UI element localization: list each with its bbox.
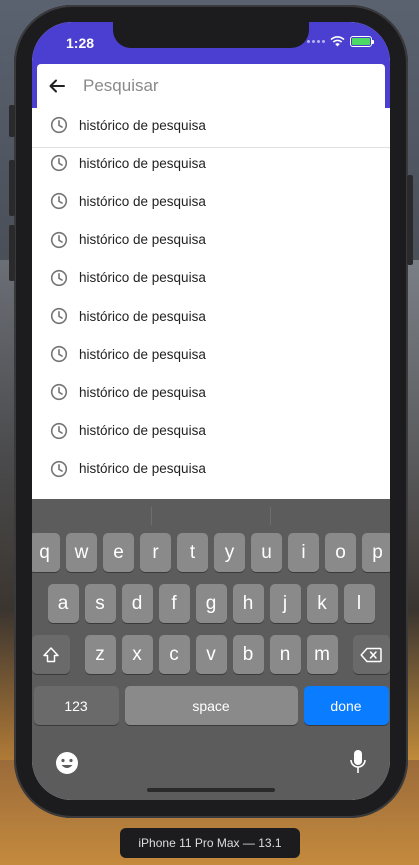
key-a[interactable]: a [47, 584, 79, 623]
key-o[interactable]: o [325, 533, 356, 572]
key-p[interactable]: p [362, 533, 390, 572]
key-row-2: asdfghjkl [32, 584, 390, 623]
search-bar [37, 64, 385, 108]
notch [113, 22, 309, 48]
battery-icon [350, 36, 374, 47]
history-item-label: histórico de pesquisa [79, 270, 206, 286]
shift-icon [43, 646, 59, 662]
key-n[interactable]: n [269, 635, 301, 674]
key-x[interactable]: x [121, 635, 153, 674]
wifi-icon [330, 36, 345, 47]
key-m[interactable]: m [306, 635, 338, 674]
history-item[interactable]: histórico de pesquisa [32, 373, 390, 411]
arrow-left-icon [49, 79, 65, 93]
key-z[interactable]: z [84, 635, 116, 674]
history-item[interactable]: histórico de pesquisa [32, 450, 390, 488]
history-item-label: histórico de pesquisa [79, 232, 206, 248]
history-item-label: histórico de pesquisa [79, 423, 206, 439]
key-b[interactable]: b [232, 635, 264, 674]
key-v[interactable]: v [195, 635, 227, 674]
key-q[interactable]: q [32, 533, 60, 572]
history-item-label: histórico de pesquisa [79, 155, 206, 171]
history-item-label: histórico de pesquisa [79, 346, 206, 362]
key-j[interactable]: j [269, 584, 301, 623]
keyboard: qwertyuiop asdfghjkl zxcvbnm 123 space d… [32, 499, 390, 800]
key-h[interactable]: h [232, 584, 264, 623]
status-bar: 1:28 [32, 22, 390, 64]
history-item[interactable]: histórico de pesquisa [32, 297, 390, 335]
back-button[interactable] [37, 64, 77, 108]
key-row-1: qwertyuiop [32, 533, 390, 572]
clock-icon [50, 269, 68, 286]
key-row-3: zxcvbnm [32, 635, 390, 674]
key-i[interactable]: i [288, 533, 319, 572]
key-l[interactable]: l [343, 584, 375, 623]
done-key[interactable]: done [303, 686, 389, 725]
history-item[interactable]: histórico de pesquisa [32, 221, 390, 259]
shift-key[interactable] [32, 635, 70, 674]
clock-icon [50, 384, 68, 401]
silent-switch [9, 105, 15, 137]
clock-icon [50, 155, 68, 172]
dictation-button[interactable] [348, 748, 368, 778]
microphone-icon [350, 750, 366, 773]
history-item[interactable]: histórico de pesquisa [32, 259, 390, 297]
history-item-label: histórico de pesquisa [79, 193, 206, 209]
volume-down-button [9, 225, 15, 281]
emoji-button[interactable] [54, 750, 80, 776]
key-c[interactable]: c [158, 635, 190, 674]
history-item[interactable]: histórico de pesquisa [32, 335, 390, 373]
space-key[interactable]: space [124, 686, 298, 725]
clock-icon [50, 346, 68, 363]
power-button [407, 175, 413, 265]
numbers-key[interactable]: 123 [33, 686, 119, 725]
clock-icon [50, 193, 68, 210]
key-w[interactable]: w [66, 533, 97, 572]
key-f[interactable]: f [158, 584, 190, 623]
key-s[interactable]: s [84, 584, 116, 623]
home-indicator[interactable] [147, 788, 275, 792]
history-list: histórico de pesquisa histórico de pesqui… [32, 106, 390, 488]
history-item-label: histórico de pesquisa [79, 384, 206, 400]
status-time: 1:28 [66, 35, 95, 51]
search-input[interactable] [83, 76, 363, 96]
history-item[interactable]: histórico de pesquisa [32, 412, 390, 450]
history-item[interactable]: histórico de pesquisa [32, 144, 390, 182]
status-icons [307, 36, 374, 47]
history-item-label: histórico de pesquisa [79, 461, 206, 477]
signal-icon [307, 40, 325, 43]
predictive-bar [32, 499, 390, 533]
phone-screen: 1:28 histórico de pesquisahistórico de p… [32, 22, 390, 800]
key-y[interactable]: y [214, 533, 245, 572]
emoji-icon [56, 752, 78, 774]
key-u[interactable]: u [251, 533, 282, 572]
clock-icon [50, 116, 68, 134]
simulator-device-label: iPhone 11 Pro Max — 13.1 [120, 828, 300, 858]
key-d[interactable]: d [121, 584, 153, 623]
key-g[interactable]: g [195, 584, 227, 623]
history-item[interactable]: histórico de pesquisa [32, 182, 390, 220]
key-e[interactable]: e [103, 533, 134, 572]
clock-icon [50, 460, 68, 477]
key-k[interactable]: k [306, 584, 338, 623]
history-item-label: histórico de pesquisa [79, 117, 206, 133]
volume-up-button [9, 160, 15, 216]
clock-icon [50, 422, 68, 439]
keyboard-bottom-bar [32, 740, 390, 800]
clock-icon [50, 231, 68, 248]
clock-icon [50, 307, 68, 325]
key-r[interactable]: r [140, 533, 171, 572]
delete-key[interactable] [352, 635, 390, 674]
history-item-label: histórico de pesquisa [79, 308, 206, 324]
key-row-4: 123 space done [32, 686, 390, 725]
key-t[interactable]: t [177, 533, 208, 572]
history-item[interactable]: histórico de pesquisa [32, 106, 390, 144]
backspace-icon [360, 647, 382, 662]
